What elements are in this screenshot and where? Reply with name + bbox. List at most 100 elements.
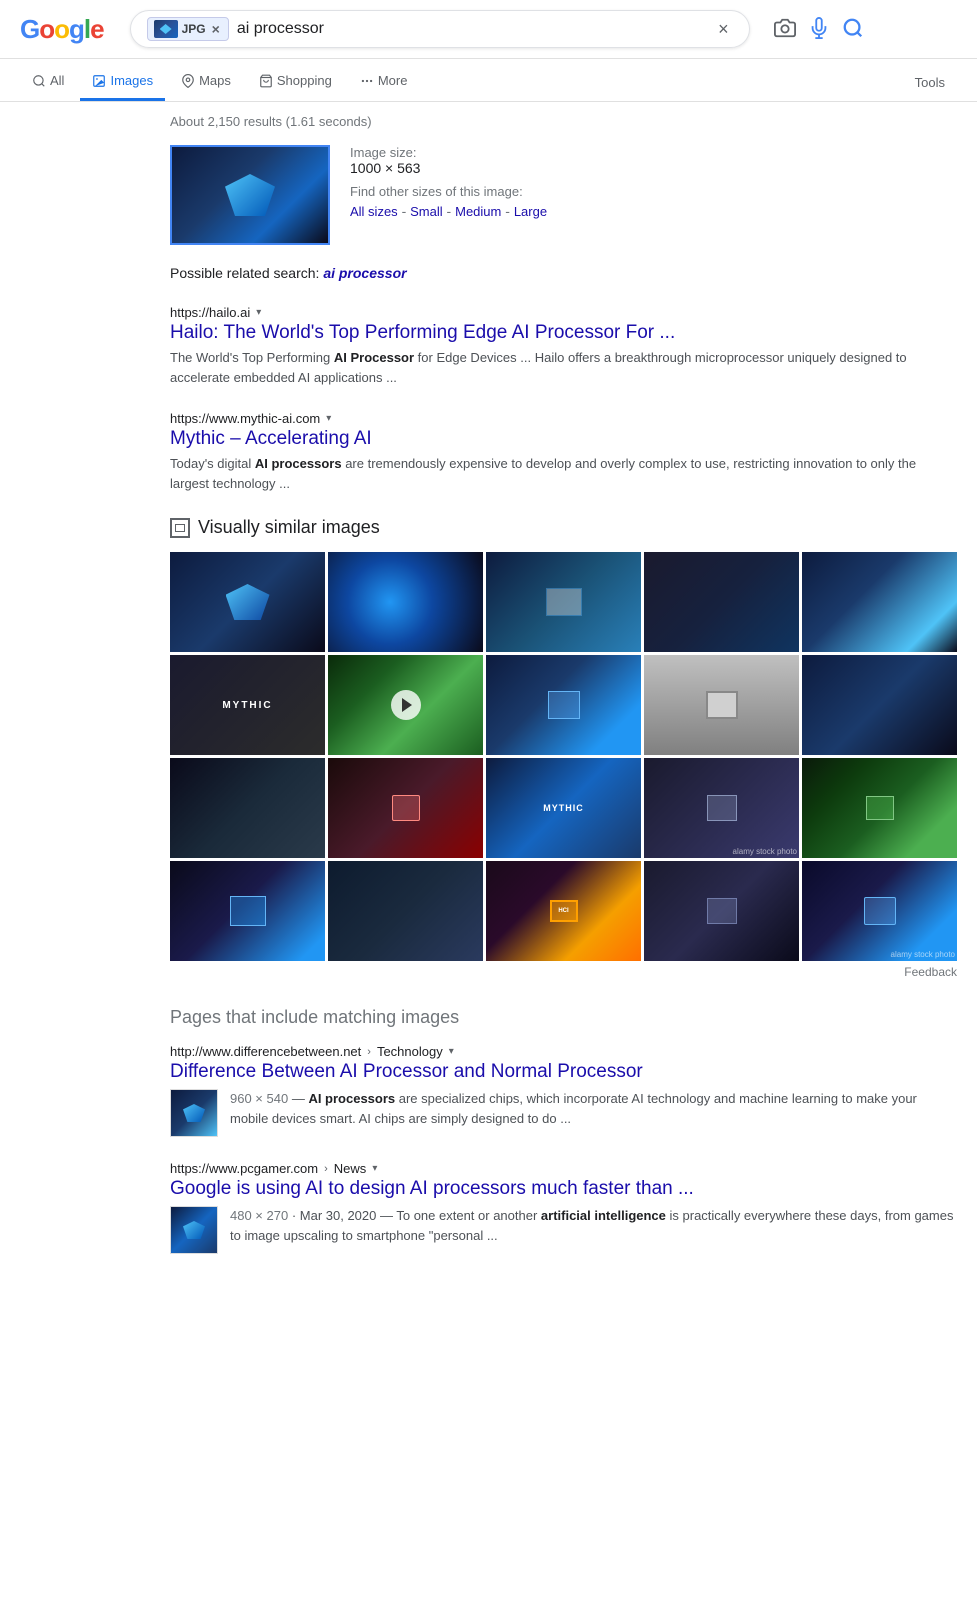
page-result-differencebetween: http://www.differencebetween.net › Techn… — [170, 1044, 957, 1137]
pcgamer-snippet: 480 × 270 · Mar 30, 2020 — To one extent… — [230, 1206, 957, 1254]
nav-shopping[interactable]: Shopping — [247, 63, 344, 101]
similar-image-14[interactable]: alamy stock photo — [644, 758, 799, 858]
mythic-url-row: https://www.mythic-ai.com ▾ — [170, 411, 957, 426]
pcgamer-thumbnail — [170, 1206, 218, 1254]
clear-search-button[interactable]: × — [714, 19, 733, 40]
microphone-icon[interactable] — [808, 17, 830, 42]
jpg-label: JPG — [182, 22, 206, 36]
similar-image-icon — [170, 518, 190, 538]
pcgamer-url: https://www.pcgamer.com — [170, 1161, 318, 1176]
pcgamer-title-link[interactable]: Google is using AI to design AI processo… — [170, 1178, 957, 1200]
large-size-link[interactable]: Large — [514, 204, 547, 219]
tools-button[interactable]: Tools — [903, 65, 957, 100]
pcgamer-breadcrumb-arrow: › — [324, 1163, 328, 1175]
camera-icon[interactable] — [774, 17, 796, 42]
size-value: 1000 × 563 — [350, 160, 547, 176]
hailo-title-link[interactable]: Hailo: The World's Top Performing Edge A… — [170, 322, 957, 344]
similar-image-10[interactable] — [802, 655, 957, 755]
search-box[interactable]: JPG × × — [130, 10, 750, 48]
more-dots-nav-icon — [360, 74, 374, 88]
search-nav-icon — [32, 74, 46, 88]
map-nav-icon — [181, 74, 195, 88]
similar-image-11[interactable] — [170, 758, 325, 858]
similar-image-grid: MYTHIC — [170, 552, 957, 961]
search-submit-button[interactable] — [842, 17, 864, 42]
differencebetween-body: 960 × 540 — AI processors are specialize… — [170, 1089, 957, 1137]
nav-shopping-label: Shopping — [277, 73, 332, 88]
similar-image-7[interactable] — [328, 655, 483, 755]
pcgamer-body: 480 × 270 · Mar 30, 2020 — To one extent… — [170, 1206, 957, 1254]
similar-image-17[interactable] — [328, 861, 483, 961]
watermark-label-2: alamy stock photo — [891, 950, 955, 959]
search-action-icons — [774, 17, 864, 42]
differencebetween-title-link[interactable]: Difference Between AI Processor and Norm… — [170, 1061, 957, 1083]
similar-header: Visually similar images — [170, 517, 957, 538]
similar-image-2[interactable] — [328, 552, 483, 652]
size-label: Image size: — [350, 145, 547, 160]
preview-thumbnail — [170, 145, 330, 245]
breadcrumb-arrow: › — [367, 1046, 371, 1058]
main-content: About 2,150 results (1.61 seconds) Image… — [0, 102, 977, 1298]
small-size-link[interactable]: Small — [410, 204, 443, 219]
header: Google JPG × × — [0, 0, 977, 59]
similar-image-9[interactable] — [644, 655, 799, 755]
nav-images-label: Images — [110, 73, 153, 88]
pages-header: Pages that include matching images — [170, 1007, 957, 1028]
hailo-snippet: The World's Top Performing AI Processor … — [170, 348, 957, 387]
pcgamer-date: Mar 30, 2020 — [300, 1208, 377, 1223]
remove-jpg-button[interactable]: × — [210, 21, 222, 37]
similar-image-19[interactable] — [644, 861, 799, 961]
nav-all[interactable]: All — [20, 63, 76, 101]
shopping-nav-icon — [259, 74, 273, 88]
similar-image-6[interactable]: MYTHIC — [170, 655, 325, 755]
pcgamer-url-row: https://www.pcgamer.com › News ▾ — [170, 1161, 957, 1176]
search-result-hailo: https://hailo.ai ▾ Hailo: The World's To… — [170, 305, 957, 387]
feedback-button[interactable]: Feedback — [170, 965, 957, 979]
all-sizes-link[interactable]: All sizes — [350, 204, 398, 219]
pages-section: Pages that include matching images http:… — [170, 1007, 957, 1254]
nav-more[interactable]: More — [348, 63, 420, 101]
find-sizes-label: Find other sizes of this image: — [350, 184, 547, 199]
similar-image-12[interactable] — [328, 758, 483, 858]
nav-more-label: More — [378, 73, 408, 88]
similar-image-13[interactable]: MYTHIC — [486, 758, 641, 858]
play-button-overlay[interactable] — [391, 690, 421, 720]
differencebetween-path: Technology — [377, 1044, 443, 1059]
differencebetween-url-row: http://www.differencebetween.net › Techn… — [170, 1044, 957, 1059]
images-nav-icon — [92, 74, 106, 88]
similar-image-5[interactable] — [802, 552, 957, 652]
mythic-dropdown-arrow[interactable]: ▾ — [326, 413, 331, 424]
medium-size-link[interactable]: Medium — [455, 204, 501, 219]
differencebetween-snippet: 960 × 540 — AI processors are specialize… — [230, 1089, 957, 1137]
similar-image-20[interactable]: alamy stock photo — [802, 861, 957, 961]
differencebetween-url: http://www.differencebetween.net — [170, 1044, 361, 1059]
mythic-snippet: Today's digital AI processors are tremen… — [170, 454, 957, 493]
similar-image-18[interactable]: HCI — [486, 861, 641, 961]
search-input[interactable] — [237, 20, 706, 38]
hailo-url: https://hailo.ai — [170, 305, 250, 320]
similar-image-4[interactable] — [644, 552, 799, 652]
search-result-mythic: https://www.mythic-ai.com ▾ Mythic – Acc… — [170, 411, 957, 493]
nav-maps-label: Maps — [199, 73, 231, 88]
similar-image-15[interactable] — [802, 758, 957, 858]
nav-maps[interactable]: Maps — [169, 63, 243, 101]
pcgamer-path: News — [334, 1161, 367, 1176]
image-preview-section: Image size: 1000 × 563 Find other sizes … — [170, 145, 957, 245]
nav-images[interactable]: Images — [80, 63, 165, 101]
differencebetween-dropdown[interactable]: ▾ — [449, 1046, 454, 1057]
similar-image-8[interactable] — [486, 655, 641, 755]
hailo-url-row: https://hailo.ai ▾ — [170, 305, 957, 320]
similar-image-3[interactable] — [486, 552, 641, 652]
pcgamer-dropdown[interactable]: ▾ — [372, 1163, 377, 1174]
jpg-thumbnail-icon — [154, 20, 178, 38]
similar-image-16[interactable] — [170, 861, 325, 961]
similar-header-label: Visually similar images — [198, 517, 380, 538]
mythic-title-link[interactable]: Mythic – Accelerating AI — [170, 428, 957, 450]
differencebetween-dim: 960 × 540 — [230, 1091, 288, 1106]
related-query-link[interactable]: ai processor — [323, 265, 406, 281]
hailo-dropdown-arrow[interactable]: ▾ — [256, 307, 261, 318]
jpg-tag: JPG × — [147, 17, 229, 41]
similar-image-1[interactable] — [170, 552, 325, 652]
nav-bar: All Images Maps Shopping More Tools — [0, 59, 977, 102]
mythic-url: https://www.mythic-ai.com — [170, 411, 320, 426]
